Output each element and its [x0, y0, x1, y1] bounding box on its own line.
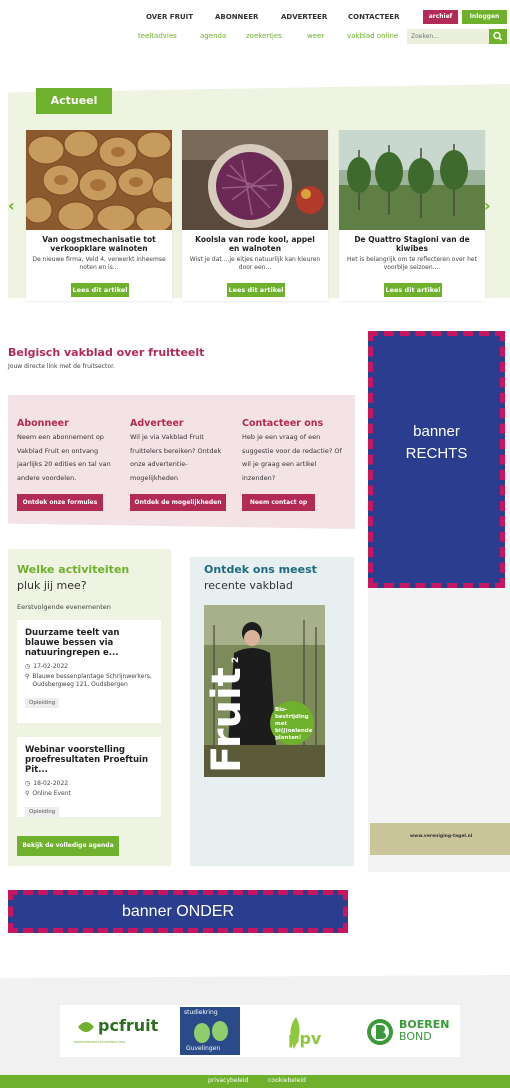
read-article-button[interactable]: Lees dit artikel: [71, 283, 129, 297]
privacy-link[interactable]: privacybeleid: [208, 1077, 248, 1084]
article-title[interactable]: Koolsla van rode kool, appel en walnoten: [182, 235, 328, 254]
nav-teeltadvies[interactable]: teeltadvies: [138, 32, 177, 40]
event-tag: Opleiding: [25, 807, 60, 817]
search-button[interactable]: [489, 29, 507, 44]
abonneer-button[interactable]: Ontdek onze formules: [17, 494, 103, 511]
nav-vakblad-online[interactable]: vakblad online: [347, 32, 398, 40]
login-button[interactable]: Inloggen: [462, 10, 507, 24]
location-pin-icon: ⚲: [25, 673, 30, 680]
activities-title-rest: pluk jij mee?: [17, 579, 87, 592]
page-subtitle: Jouw directe link met de fruitsector.: [8, 363, 115, 370]
ppv-logo-text: ppv: [288, 1029, 322, 1048]
event-card[interactable]: Webinar voorstelling proefresultaten Pro…: [17, 737, 161, 817]
pcfruit-leaf-icon: [78, 1022, 94, 1032]
boerenbond-logo[interactable]: BOEREN BOND: [366, 1015, 456, 1049]
contact-button[interactable]: Neem contact op: [242, 494, 315, 511]
footer-bar: privacybeleid cookiebeleid: [0, 1075, 510, 1088]
cta-contact-text: Heb je een vraag of een suggestie voor d…: [242, 433, 342, 482]
article-card[interactable]: De Quattro Stagioni van de kiwibes Het i…: [339, 130, 485, 301]
nav-zoekertjes[interactable]: zoekertjes: [246, 32, 282, 40]
banner-bottom[interactable]: banner ONDER: [8, 890, 348, 933]
article-excerpt: De nieuwe firma, Veld 4, verwerkt inheem…: [32, 256, 166, 271]
cta-adverteer-title: Adverteer: [130, 418, 184, 429]
nav-over-fruit[interactable]: OVER FRUIT: [146, 13, 193, 21]
event-card[interactable]: Duurzame teelt van blauwe bessen via nat…: [17, 620, 161, 723]
boerenbond-logo-line2: BOND: [399, 1030, 432, 1043]
cta-adverteer-text: Wil je via Vakblad Fruit fruittelers ber…: [130, 433, 222, 482]
carousel-prev-button[interactable]: ‹: [8, 196, 15, 215]
side-ad-url: www.vereniging-tagel.nl: [410, 834, 473, 839]
event-title[interactable]: Duurzame teelt van blauwe bessen via nat…: [25, 628, 153, 658]
magazine-cover[interactable]: Fruit 2 Bio-bestrijding met bi(j)oelende…: [204, 605, 325, 777]
nav-weer[interactable]: weer: [307, 32, 324, 40]
archief-button[interactable]: archief: [423, 10, 458, 24]
cta-abonneer-text: Neem een abonnement op Vakblad Fruit en …: [17, 433, 111, 482]
article-card[interactable]: Koolsla van rode kool, appel en walnoten…: [182, 130, 328, 301]
sidebar-advertisement[interactable]: www.vereniging-tagel.nl: [370, 823, 510, 855]
article-title[interactable]: De Quattro Stagioni van de kiwibes: [339, 235, 485, 254]
cta-abonneer-title: Abonneer: [17, 418, 69, 429]
event-title[interactable]: Webinar voorstelling proefresultaten Pro…: [25, 745, 153, 775]
banner-right[interactable]: banner RECHTS: [368, 331, 505, 588]
studiekring-logo-bottom: Guvelingen: [186, 1045, 221, 1052]
banner-right-line1: banner: [413, 423, 460, 440]
pcfruit-tagline: PROEFCENTRUM FRUITTEELT VZW: [74, 1040, 126, 1044]
event-location: Online Event: [32, 790, 71, 797]
nav-abonneer[interactable]: ABONNEER: [215, 13, 258, 21]
location-pin-icon: ⚲: [25, 790, 30, 797]
article-image-koolsla: [182, 130, 328, 230]
search-input[interactable]: [407, 29, 489, 44]
partner-logos: pcfruit PROEFCENTRUM FRUITTEELT VZW stud…: [60, 1005, 460, 1057]
nav-contacteer[interactable]: CONTACTEER: [348, 13, 399, 21]
page-title: Belgisch vakblad over fruitteelt: [8, 346, 205, 359]
event-location: Blauwe bessenplantage Schrijnwerkers, Ou…: [32, 673, 152, 688]
read-article-button[interactable]: Lees dit artikel: [227, 283, 285, 297]
cover-issue: 2: [231, 657, 241, 663]
event-date-row: ◷ 18-02-2022: [25, 780, 153, 788]
cover-headline: Bio-bestrijding met bi(j)oelende planten…: [275, 707, 313, 741]
event-date-row: ◷ 17-02-2022: [25, 663, 153, 671]
activities-subtitle: Eerstvolgende evenementen: [17, 603, 111, 611]
article-card[interactable]: Van oogstmechanisatie tot verkoopklare w…: [26, 130, 172, 301]
article-image-kiwibes: [339, 130, 485, 230]
ppv-logo[interactable]: ppv: [280, 1011, 330, 1051]
banner-right-line2: RECHTS: [405, 445, 468, 462]
full-agenda-button[interactable]: Bekijk de volledige agenda: [17, 836, 119, 856]
actueel-title: Actueel: [36, 88, 112, 114]
article-image-walnuts: [26, 130, 172, 230]
adverteer-button[interactable]: Ontdek de mogelijkheden: [130, 494, 226, 511]
clock-icon: ◷: [25, 663, 31, 670]
pcfruit-logo[interactable]: pcfruit PROEFCENTRUM FRUITTEELT VZW: [74, 1013, 164, 1049]
chevron-left-icon: ‹: [8, 196, 15, 215]
cta-contact-title: Contacteer ons: [242, 418, 324, 429]
article-excerpt: Het is belangrijk om te reflecteren over…: [347, 256, 477, 271]
event-date: 18-02-2022: [33, 780, 69, 787]
cover-logo: Fruit: [204, 667, 250, 773]
event-location-row: ⚲ Blauwe bessenplantage Schrijnwerkers, …: [25, 673, 153, 689]
event-date: 17-02-2022: [33, 663, 69, 670]
article-excerpt: Wist je dat....je eitjes natuurlijk kan …: [189, 256, 321, 271]
clock-icon: ◷: [25, 780, 31, 787]
magazine-title-rest: recente vakblad: [204, 579, 293, 592]
event-location-row: ⚲ Online Event: [25, 790, 153, 798]
cookie-link[interactable]: cookiebeleid: [268, 1077, 306, 1084]
magazine-title: Ontdek ons meest: [204, 563, 317, 576]
article-title[interactable]: Van oogstmechanisatie tot verkoopklare w…: [26, 235, 172, 254]
search-icon: [493, 31, 503, 41]
activities-title: Welke activiteiten: [17, 563, 130, 576]
read-article-button[interactable]: Lees dit artikel: [384, 283, 442, 297]
event-tag: Opleiding: [25, 698, 60, 708]
nav-agenda[interactable]: agenda: [200, 32, 226, 40]
studiekring-logo[interactable]: studiekring Guvelingen: [180, 1007, 240, 1055]
boerenbond-b-icon: [367, 1019, 393, 1045]
nav-adverteer[interactable]: ADVERTEER: [281, 13, 327, 21]
pcfruit-logo-text: pcfruit: [98, 1016, 159, 1035]
